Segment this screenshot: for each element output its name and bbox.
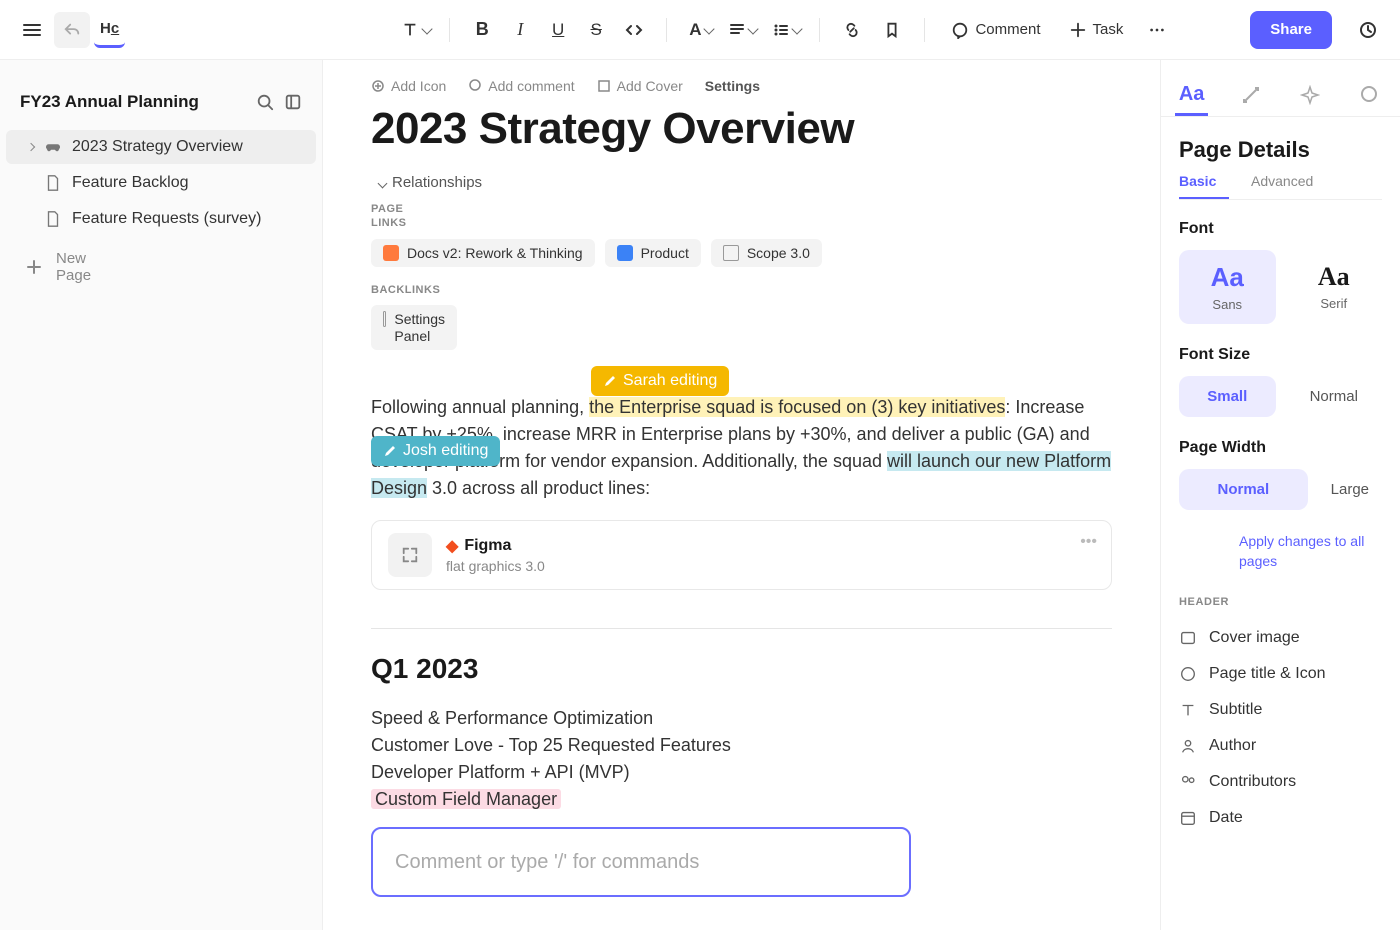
doc-icon	[383, 245, 399, 261]
header-section-label: HEADER	[1179, 596, 1382, 608]
page-link-chip[interactable]: Docs v2: Rework & Thinking	[371, 239, 595, 267]
figma-logo-icon: ◆	[446, 536, 458, 556]
page-width-normal[interactable]: Normal	[1179, 469, 1308, 510]
page-link-chip[interactable]: Scope 3.0	[711, 239, 822, 267]
pencil-icon	[383, 444, 397, 458]
users-icon	[1179, 773, 1197, 791]
comment-input[interactable]: Comment or type '/' for commands	[371, 827, 911, 897]
image-icon	[1179, 629, 1197, 647]
relationships-toggle[interactable]: Relationships	[371, 174, 1112, 192]
tab-typography[interactable]: Aa	[1175, 76, 1208, 116]
doc-icon	[723, 245, 739, 261]
settings-action[interactable]: Settings	[705, 78, 760, 94]
undo-icon[interactable]	[54, 12, 90, 48]
list-item[interactable]: Customer Love - Top 25 Requested Feature…	[371, 732, 1112, 759]
page-width-large[interactable]: Large	[1318, 469, 1382, 510]
subtab-basic[interactable]: Basic	[1179, 173, 1229, 199]
tab-ai[interactable]	[1234, 76, 1267, 116]
collapse-sidebar-icon[interactable]	[284, 93, 302, 111]
sidebar-item-requests[interactable]: Feature Requests (survey)	[6, 202, 316, 236]
figma-embed[interactable]: ◆Figma flat graphics 3.0 •••	[371, 520, 1112, 590]
expand-icon[interactable]	[388, 533, 432, 577]
presence-badge-sarah: Sarah editing	[591, 366, 729, 396]
text-icon	[1179, 701, 1197, 719]
list-item[interactable]: Custom Field Manager	[371, 786, 1112, 813]
document-icon	[44, 174, 62, 192]
add-cover-action[interactable]: Add Cover	[597, 78, 683, 94]
chevron-down-icon	[378, 179, 388, 189]
page-title[interactable]: 2023 Strategy Overview	[371, 104, 1112, 154]
add-comment-action[interactable]: Add comment	[468, 78, 574, 94]
subtab-advanced[interactable]: Advanced	[1251, 173, 1301, 199]
divider	[371, 628, 1112, 629]
backlinks-label: BACKLINKS	[371, 283, 1112, 297]
history-icon[interactable]	[1350, 12, 1386, 48]
tab-sparkle[interactable]	[1294, 76, 1327, 116]
header-item-subtitle[interactable]: Subtitle	[1179, 692, 1382, 728]
align-dropdown[interactable]	[721, 12, 761, 48]
tab-comments[interactable]	[1353, 76, 1386, 116]
bold-icon[interactable]: B	[464, 12, 500, 48]
font-sans-option[interactable]: AaSans	[1179, 250, 1276, 324]
page-link-chip[interactable]: Product	[605, 239, 701, 267]
sidebar-item-backlog[interactable]: Feature Backlog	[6, 166, 316, 200]
document-content: Add Icon Add comment Add Cover Settings …	[323, 60, 1160, 930]
font-size-small[interactable]: Small	[1179, 376, 1276, 417]
page-links-label: PAGE LINKS	[371, 202, 427, 231]
document-icon	[44, 210, 62, 228]
font-label: Font	[1179, 220, 1382, 238]
comment-button[interactable]: Comment	[939, 12, 1052, 48]
font-size-normal[interactable]: Normal	[1286, 376, 1383, 417]
backlink-chip[interactable]: Settings Panel	[371, 305, 457, 351]
gamepad-icon	[44, 138, 62, 156]
font-serif-option[interactable]: AaSerif	[1286, 250, 1383, 324]
italic-icon[interactable]: I	[502, 12, 538, 48]
panel-heading: Page Details	[1179, 137, 1382, 163]
header-item-title[interactable]: Page title & Icon	[1179, 656, 1382, 692]
workspace-title: FY23 Annual Planning	[20, 92, 199, 112]
q1-heading[interactable]: Q1 2023	[371, 653, 1112, 685]
header-item-author[interactable]: Author	[1179, 728, 1382, 764]
strikethrough-icon[interactable]: S	[578, 12, 614, 48]
page-details-panel: Aa Page Details Basic Advanced Font AaSa…	[1160, 60, 1400, 930]
list-item[interactable]: Developer Platform + API (MVP)	[371, 759, 1112, 786]
presence-badge-josh: Josh editing	[371, 436, 500, 466]
font-size-label: Font Size	[1179, 346, 1382, 364]
text-style-dropdown[interactable]	[393, 12, 435, 48]
pencil-icon	[603, 374, 617, 388]
search-icon[interactable]	[256, 93, 274, 111]
more-icon[interactable]	[1139, 12, 1175, 48]
new-page-button[interactable]: New Page	[0, 238, 322, 296]
list-dropdown[interactable]	[765, 12, 805, 48]
sidebar-item-strategy[interactable]: 2023 Strategy Overview	[6, 130, 316, 164]
share-button[interactable]: Share	[1250, 11, 1332, 49]
task-button[interactable]: Task	[1057, 12, 1136, 48]
smile-icon	[1179, 665, 1197, 683]
list-item[interactable]: Speed & Performance Optimization	[371, 705, 1112, 732]
sidebar: FY23 Annual Planning 2023 Strategy Overv…	[0, 60, 323, 930]
top-toolbar: Hc B I U S A Comment Task	[0, 0, 1400, 60]
add-icon-action[interactable]: Add Icon	[371, 78, 446, 94]
code-icon[interactable]	[616, 12, 652, 48]
header-item-contributors[interactable]: Contributors	[1179, 764, 1382, 800]
header-item-date[interactable]: Date	[1179, 800, 1382, 836]
home-icon[interactable]: Hc	[94, 12, 125, 48]
user-icon	[1179, 737, 1197, 755]
calendar-icon	[1179, 809, 1197, 827]
page-width-label: Page Width	[1179, 439, 1382, 457]
menu-icon[interactable]	[14, 12, 50, 48]
doc-icon	[383, 311, 386, 327]
product-icon	[617, 245, 633, 261]
header-item-cover[interactable]: Cover image	[1179, 620, 1382, 656]
link-icon[interactable]	[834, 12, 870, 48]
bookmark-icon[interactable]	[874, 12, 910, 48]
underline-icon[interactable]: U	[540, 12, 576, 48]
apply-all-link[interactable]: Apply changes to all pages	[1239, 532, 1382, 571]
more-icon[interactable]: •••	[1080, 533, 1097, 551]
text-color-dropdown[interactable]: A	[681, 12, 717, 48]
